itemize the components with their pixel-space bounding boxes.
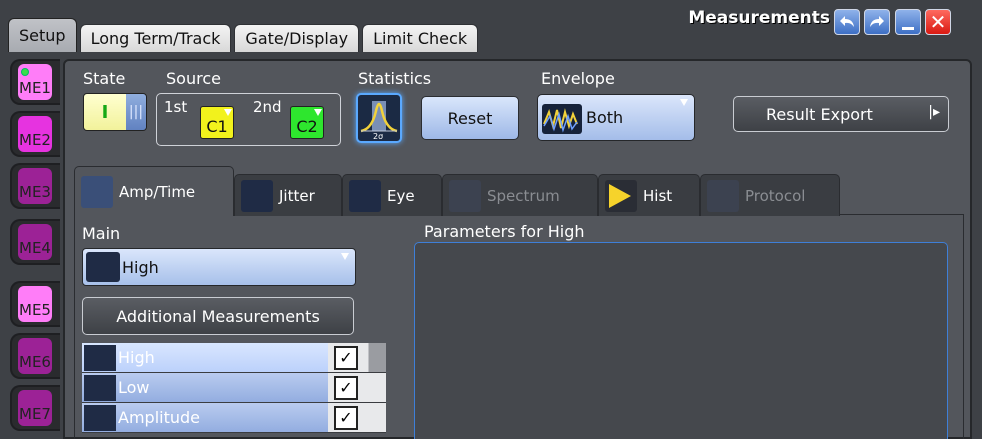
me-tab-5[interactable]: ME5 [10,281,60,327]
envelope-wave-icon [542,104,582,134]
tab-amp-time[interactable]: Amp/Time [74,166,234,216]
back-button[interactable] [834,9,860,35]
me-tab-6[interactable]: ME6 [10,333,60,379]
submenu-arrow-icon: |▸ [928,104,940,120]
list-item[interactable]: Low ✓ [82,373,386,403]
high-icon [86,252,120,282]
source-2-value: C2 [296,117,318,136]
gaussian-icon: 2σ [360,101,398,141]
checkbox[interactable]: ✓ [334,345,358,370]
state-on: I [84,94,126,130]
first-source-label: 1st [164,98,188,116]
dropdown-arrow-icon [224,109,232,116]
me-tab-1[interactable]: ME1 [10,59,60,105]
tab-protocol: Protocol [700,174,840,216]
me-tab-2[interactable]: ME2 [10,111,60,157]
top-tab-bar: Setup Long Term/Track Gate/Display Limit… [8,18,481,52]
stat-sigma: 2σ [373,132,383,141]
me3-chip: ME3 [18,168,52,204]
amplitude-icon [84,404,116,431]
main-measurement-select[interactable]: High [82,248,356,286]
second-source-label: 2nd [253,98,282,116]
reset-button[interactable]: Reset [421,96,519,140]
tab-eye[interactable]: Eye [342,174,442,216]
high-icon [84,344,116,371]
forward-button[interactable] [864,9,890,35]
dropdown-arrow-icon [680,99,688,106]
undo-arrow-icon [840,16,854,27]
tab-jitter[interactable]: Jitter [234,174,342,216]
dropdown-arrow-icon [314,109,322,116]
tab-protocol-label: Protocol [745,186,806,205]
parameters-label: Parameters for High [424,222,585,241]
title-bar: Measurements ✕ [642,0,982,44]
me5-chip: ME5 [18,286,52,322]
close-icon: ✕ [929,10,947,34]
measurements-dialog: Measurements ✕ Setup Long Term/Track Gat… [0,0,982,439]
checkmark-icon: ✓ [339,408,353,427]
list-item[interactable]: High ✓ [82,343,386,373]
me6-chip: ME6 [18,338,52,374]
spectrum-icon [449,179,481,212]
checkmark-icon: ✓ [339,378,353,397]
low-icon [84,374,116,401]
tab-setup[interactable]: Setup [8,18,77,52]
envelope-select[interactable]: Both [537,94,695,141]
window-title: Measurements [688,8,830,28]
me-tab-3[interactable]: ME3 [10,163,60,209]
state-off: ||| [126,94,146,130]
tab-limit-check[interactable]: Limit Check [362,24,479,52]
envelope-label: Envelope [541,69,615,88]
statistics-toggle[interactable]: 2σ [356,93,402,143]
source-1-value: C1 [206,117,228,136]
result-export-button[interactable]: Result Export |▸ [733,96,949,132]
tab-spectrum: Spectrum [442,174,598,216]
tab-gate-display[interactable]: Gate/Display [234,24,360,52]
me-tab-7[interactable]: ME7 [10,385,60,431]
active-indicator-icon [21,68,29,76]
list-item-label: Low [118,378,150,397]
list-item-label: Amplitude [118,408,200,427]
list-item[interactable]: Amplitude ✓ [82,403,386,433]
jitter-icon [241,179,273,212]
protocol-icon [707,179,739,212]
tab-eye-label: Eye [387,186,415,205]
checkbox[interactable]: ✓ [334,405,358,430]
source-2-select[interactable]: C2 [290,106,324,139]
additional-measurements-button[interactable]: Additional Measurements [82,297,354,335]
redo-arrow-icon [870,16,884,27]
source-1-select[interactable]: C1 [200,106,234,139]
state-label: State [83,69,126,88]
histogram-icon [605,179,637,212]
source-label: Source [166,69,221,88]
statistics-label: Statistics [358,69,432,88]
tab-hist-label: Hist [643,186,673,205]
tab-long-term-track[interactable]: Long Term/Track [79,24,232,52]
me7-chip: ME7 [18,390,52,426]
minimize-button[interactable] [895,9,921,35]
checkmark-icon: ✓ [339,348,353,367]
me4-chip: ME4 [18,224,52,260]
dropdown-arrow-icon [341,253,349,260]
tab-jitter-label: Jitter [279,186,315,205]
parameters-panel [414,242,948,439]
minimize-icon [902,26,914,30]
eye-diagram-icon [349,179,381,212]
result-export-label: Result Export [766,104,873,124]
me2-chip: ME2 [18,116,52,152]
me-tab-4[interactable]: ME4 [10,219,60,265]
checkbox[interactable]: ✓ [334,375,358,400]
tab-amp-time-label: Amp/Time [119,182,196,201]
measurement-list: High ✓ Low ✓ Amplitude ✓ [82,343,386,433]
main-label: Main [82,224,121,243]
list-item-label: High [118,348,155,367]
close-button[interactable]: ✕ [925,9,951,35]
main-measurement-value: High [122,257,159,277]
tab-spectrum-label: Spectrum [487,186,560,205]
source-group: 1st C1 2nd C2 [156,93,341,146]
amp-time-icon [81,175,113,208]
tab-hist[interactable]: Hist [598,174,700,216]
envelope-value: Both [586,108,624,127]
state-toggle[interactable]: I ||| [83,93,147,131]
